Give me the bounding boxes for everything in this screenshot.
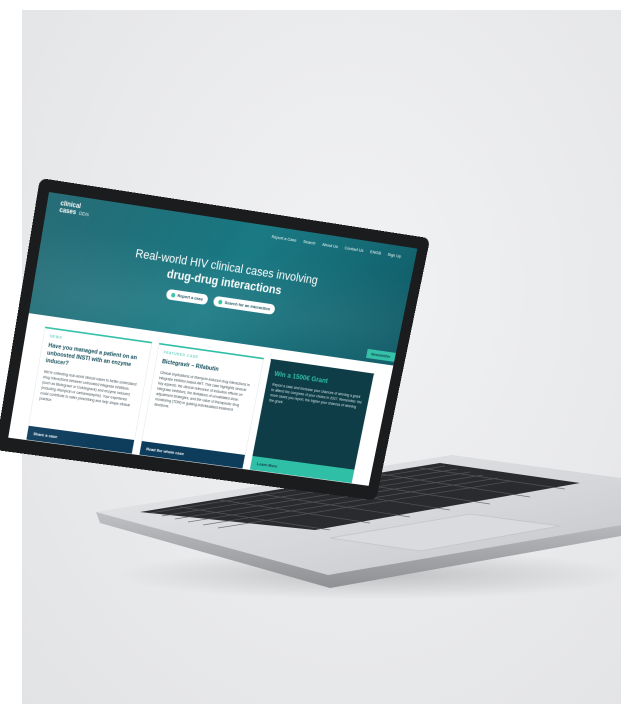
nav-language[interactable]: ENGB — [370, 249, 382, 256]
card-body: Clinical implications of rifamycin-induc… — [153, 370, 251, 412]
nav-about[interactable]: About Us — [322, 242, 339, 249]
featured-case-card: FEATURED CASE Bictegravir – Rifabutin Cl… — [138, 342, 265, 470]
nav-report-case[interactable]: Report a Case — [271, 234, 297, 243]
search-interaction-label: Search for an interaction — [224, 300, 271, 312]
grant-card: Win a 1500€ Grant Report a case and incr… — [249, 358, 375, 484]
logo-sub: DDIs — [78, 210, 90, 218]
hero-title-line2: drug-drug interactions — [165, 266, 283, 298]
logo-line1: clinical — [59, 199, 82, 210]
hero-title-line1: Real-world HIV clinical cases involving — [134, 246, 320, 288]
search-interaction-button[interactable]: Search for an interaction — [212, 295, 276, 315]
card-body: We're collecting real-world clinical cas… — [39, 370, 137, 408]
news-card: NEWS Have you managed a patient on an un… — [25, 326, 153, 455]
logo-line2: cases — [58, 205, 77, 216]
plus-icon — [170, 292, 176, 298]
site-logo[interactable]: clinical cases DDIs — [58, 199, 91, 218]
report-case-label: Report a case — [177, 293, 204, 302]
newsletter-tab[interactable]: Newsletter — [365, 348, 396, 362]
report-case-button[interactable]: Report a case — [165, 288, 209, 306]
nav-contact[interactable]: Contact Us — [344, 245, 364, 253]
nav-sign-up[interactable]: Sign Up — [387, 252, 401, 259]
hero-buttons: Report a case Search for an interaction — [34, 269, 402, 333]
nav-search[interactable]: Search — [303, 239, 316, 246]
search-icon — [218, 299, 223, 305]
